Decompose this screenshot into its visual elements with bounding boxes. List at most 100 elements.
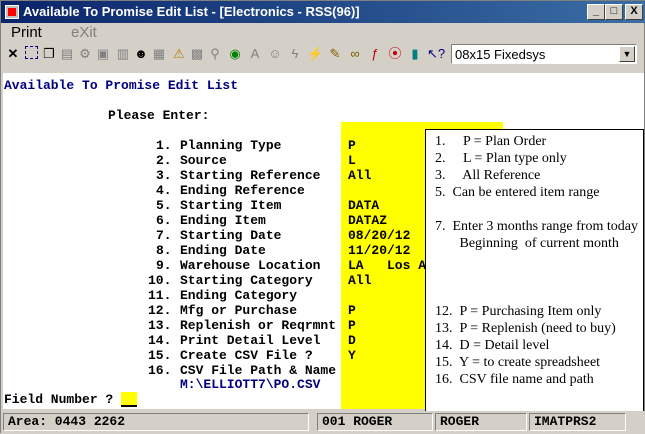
field-value[interactable]: LA Los A	[348, 258, 426, 273]
field-label: Ending Item	[180, 213, 266, 228]
help-icon[interactable]: ↖?	[427, 46, 445, 62]
field-label: Ending Date	[180, 243, 266, 258]
field-number: 13.	[148, 318, 172, 333]
field-value[interactable]: DATAZ	[348, 213, 387, 228]
note-line: 12. P = Purchasing Item only	[435, 304, 602, 319]
field-number: 15.	[148, 348, 172, 363]
search-icon[interactable]: ⚲	[207, 46, 223, 62]
link-icon[interactable]: ∞	[347, 46, 363, 62]
notes-icon[interactable]: ✎	[327, 46, 343, 62]
field-number: 6.	[156, 213, 172, 228]
field-label: Ending Category	[180, 288, 298, 303]
user-icon[interactable]: ☻	[133, 46, 149, 62]
field-value[interactable]: 08/20/12	[348, 228, 410, 243]
status-area: Area: 0443 2262	[3, 413, 309, 431]
globe-icon[interactable]: ◉	[227, 46, 243, 62]
copy-icon[interactable]: ❐	[41, 46, 57, 62]
chevron-down-icon[interactable]: ▼	[619, 46, 635, 62]
app-icon[interactable]	[5, 5, 19, 19]
field-value[interactable]: All	[348, 168, 371, 183]
note-line: 1. P = Plan Order	[435, 134, 547, 149]
field-value[interactable]: All	[348, 273, 371, 288]
note-line: 16. CSV file name and path	[435, 372, 594, 387]
menu-exit[interactable]: eXit	[71, 24, 97, 41]
field-value[interactable]: L	[348, 153, 356, 168]
font-select-value: 08x15 Fixedsys	[455, 47, 546, 62]
field-label: Replenish or Reqrmnt	[180, 318, 337, 333]
menu-print[interactable]: Print	[11, 24, 42, 41]
field-label: CSV File Path & Name	[180, 363, 337, 378]
note-line: 2. L = Plan type only	[435, 151, 567, 166]
note-line: Beginning of current month	[435, 236, 619, 251]
annotation-box: 1. P = Plan Order 2. L = Plan type only 3.…	[425, 129, 644, 419]
minimize-button[interactable]: _	[587, 4, 605, 20]
field-number: 3.	[156, 168, 172, 183]
csv-path-value: M:\ELLIOTT7\PO.CSV	[180, 377, 321, 392]
field-label: Warehouse Location	[180, 258, 321, 273]
field-value[interactable]: 11/20/12	[348, 243, 410, 258]
maximize-button[interactable]: □	[605, 4, 623, 20]
note-line: 13. P = Replenish (need to buy)	[435, 321, 616, 336]
field-value[interactable]: Y	[348, 348, 356, 363]
warning-icon[interactable]: ⚠	[171, 46, 187, 62]
book-icon[interactable]: ▮	[407, 46, 423, 62]
field-number: 4.	[156, 183, 172, 198]
note-line: 7. Enter 3 months range from today	[435, 219, 638, 234]
macro-icon[interactable]: ⚡	[307, 46, 323, 62]
field-value[interactable]: P	[348, 318, 356, 333]
field-label: Starting Category	[180, 273, 313, 288]
note-line: 15. Y = to create spreadsheet	[435, 355, 601, 370]
menu-bar: Print eXit	[1, 23, 645, 43]
note-line: 5. Can be entered item range	[435, 185, 600, 200]
status-program: IMATPRS2	[529, 413, 626, 431]
field-label: Create CSV File ?	[180, 348, 313, 363]
font-icon[interactable]: A	[247, 46, 263, 62]
screen-prompt: Please Enter:	[108, 108, 210, 123]
screen-icon[interactable]: ▣	[95, 46, 111, 62]
status-bar: Area: 0443 2262 001 ROGER ROGER IMATPRS2	[1, 411, 645, 434]
record-icon[interactable]: ⦿	[387, 46, 403, 62]
note-line: 14. D = Detail level	[435, 338, 550, 353]
function-icon[interactable]: ƒ	[367, 46, 383, 62]
field-number-label: Field Number ?	[4, 392, 114, 407]
field-number: 14.	[148, 333, 172, 348]
field-value[interactable]: P	[348, 138, 356, 153]
field-value[interactable]: DATA	[348, 198, 379, 213]
field-number: 7.	[156, 228, 172, 243]
field-label: Starting Item	[180, 198, 282, 213]
settings-icon[interactable]: ⚙	[77, 46, 93, 62]
window-title: Available To Promise Edit List - [Electr…	[23, 4, 360, 19]
field-number: 10.	[148, 273, 172, 288]
select-icon[interactable]	[23, 46, 39, 62]
field-number: 9.	[156, 258, 172, 273]
field-number: 16.	[148, 363, 172, 378]
lightning-icon[interactable]: ϟ	[287, 46, 303, 62]
field-number: 12.	[148, 303, 172, 318]
paste-icon[interactable]: ▤	[59, 46, 75, 62]
document-icon[interactable]: ▥	[115, 46, 131, 62]
field-number: 11.	[148, 288, 172, 303]
status-user2: ROGER	[435, 413, 527, 431]
report-icon[interactable]: ▦	[151, 46, 167, 62]
field-value[interactable]: P	[348, 303, 356, 318]
cut-icon[interactable]: ✕	[5, 46, 21, 62]
field-label: Source	[180, 153, 227, 168]
field-label: Starting Date	[180, 228, 282, 243]
field-label: Ending Reference	[180, 183, 305, 198]
field-label: Planning Type	[180, 138, 282, 153]
person-icon[interactable]: ☺	[267, 46, 283, 62]
table-icon[interactable]: ▩	[189, 46, 205, 62]
field-value[interactable]: D	[348, 333, 356, 348]
field-number-input[interactable]	[121, 392, 138, 408]
title-bar[interactable]: Available To Promise Edit List - [Electr…	[1, 1, 645, 23]
app-window: Available To Promise Edit List - [Electr…	[0, 0, 645, 434]
field-number: 8.	[156, 243, 172, 258]
field-number: 5.	[156, 198, 172, 213]
note-line: 3. All Reference	[435, 168, 541, 183]
field-number-prompt: Field Number ?	[4, 392, 138, 408]
font-select[interactable]: 08x15 Fixedsys ▼	[451, 44, 637, 64]
field-label: Print Detail Level	[180, 333, 321, 348]
field-number: 1.	[156, 138, 172, 153]
close-button[interactable]: X	[625, 4, 643, 20]
screen-heading: Available To Promise Edit List	[4, 78, 239, 93]
